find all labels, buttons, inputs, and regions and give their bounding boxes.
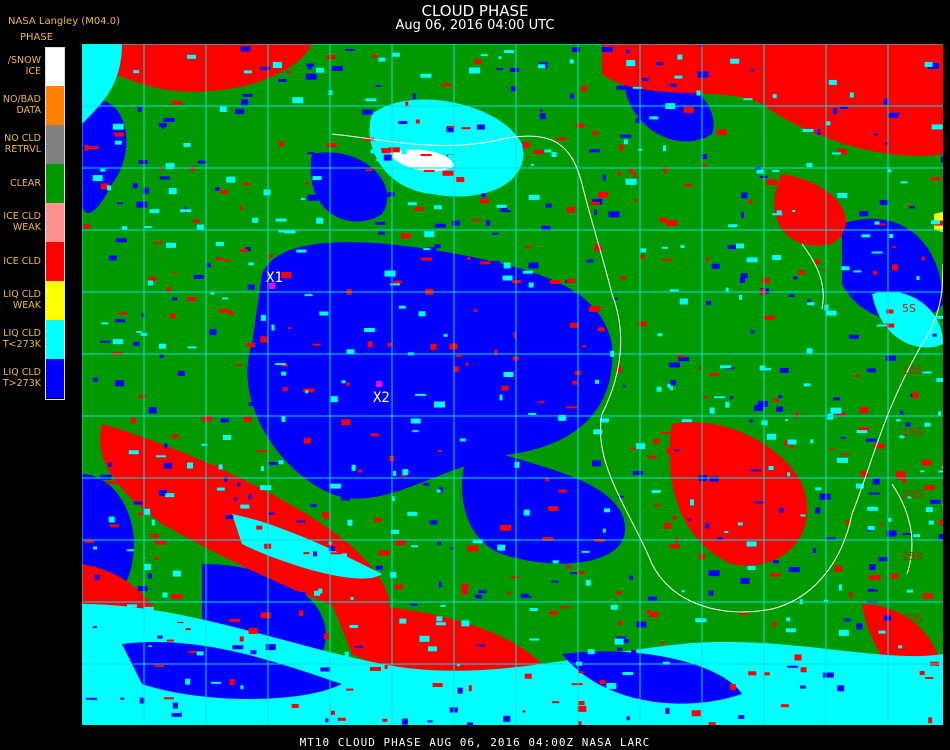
- legend-swatch: [46, 47, 65, 86]
- legend-label: ICE CLD WEAK: [3, 211, 41, 233]
- legend-label: LIQ CLD T>273K: [2, 367, 41, 389]
- legend-label: LIQ CLD T<273K: [2, 328, 41, 350]
- map-timestamp: Aug 06, 2016 04:00 UTC: [395, 18, 555, 33]
- latitude-label: 10S: [902, 364, 923, 377]
- legend-label: NO/BAD DATA: [2, 94, 41, 116]
- footer-caption: MT10 CLOUD PHASE AUG 06, 2016 04:00Z NAS…: [299, 736, 651, 749]
- latitude-label: 5S: [902, 302, 916, 315]
- legend-item: SNOW/ ICE: [0, 47, 66, 86]
- latitude-label: 15S: [902, 426, 923, 439]
- legend-label: NO CLD RETRVL: [4, 133, 41, 155]
- legend-label: CLEAR: [9, 178, 41, 189]
- legend-swatch: [46, 359, 65, 398]
- cloud-phase-map[interactable]: 5S 10S 15S 20S 25S 30S X1 X2: [82, 44, 943, 725]
- legend-label: SNOW/ ICE: [7, 55, 41, 77]
- site-marker: [376, 381, 382, 387]
- legend-item: ICE CLD WEAK: [0, 203, 66, 242]
- legend-item: CLEAR: [0, 164, 66, 203]
- legend-label: ICE CLD: [3, 256, 41, 267]
- site-marker-label: X1: [266, 270, 283, 286]
- legend-swatch: [46, 125, 65, 164]
- legend-item: LIQ CLD WEAK: [0, 281, 66, 320]
- legend-swatch: [46, 320, 65, 359]
- legend-swatch: [46, 86, 65, 125]
- latitude-label: 20S: [902, 488, 923, 501]
- legend-swatch: [46, 281, 65, 320]
- legend-item: NO CLD RETRVL: [0, 125, 66, 164]
- product-brand: NASA Langley (M04.0): [8, 16, 120, 27]
- legend-swatch: [46, 164, 65, 203]
- legend-swatch: [46, 203, 65, 242]
- legend-item: NO/BAD DATA: [0, 86, 66, 125]
- legend-label: LIQ CLD WEAK: [3, 289, 41, 311]
- latitude-label: 25S: [902, 550, 923, 563]
- legend-title: PHASE: [20, 32, 54, 43]
- legend-item: LIQ CLD T>273K: [0, 359, 66, 398]
- phase-legend: SNOW/ ICE NO/BAD DATA NO CLD RETRVL CLEAR IC…: [0, 47, 66, 400]
- legend-item: ICE CLD: [0, 242, 66, 281]
- latitude-label: 30S: [902, 612, 923, 625]
- site-marker-label: X2: [373, 390, 390, 406]
- legend-swatch: [46, 242, 65, 281]
- legend-item: LIQ CLD T<273K: [0, 320, 66, 359]
